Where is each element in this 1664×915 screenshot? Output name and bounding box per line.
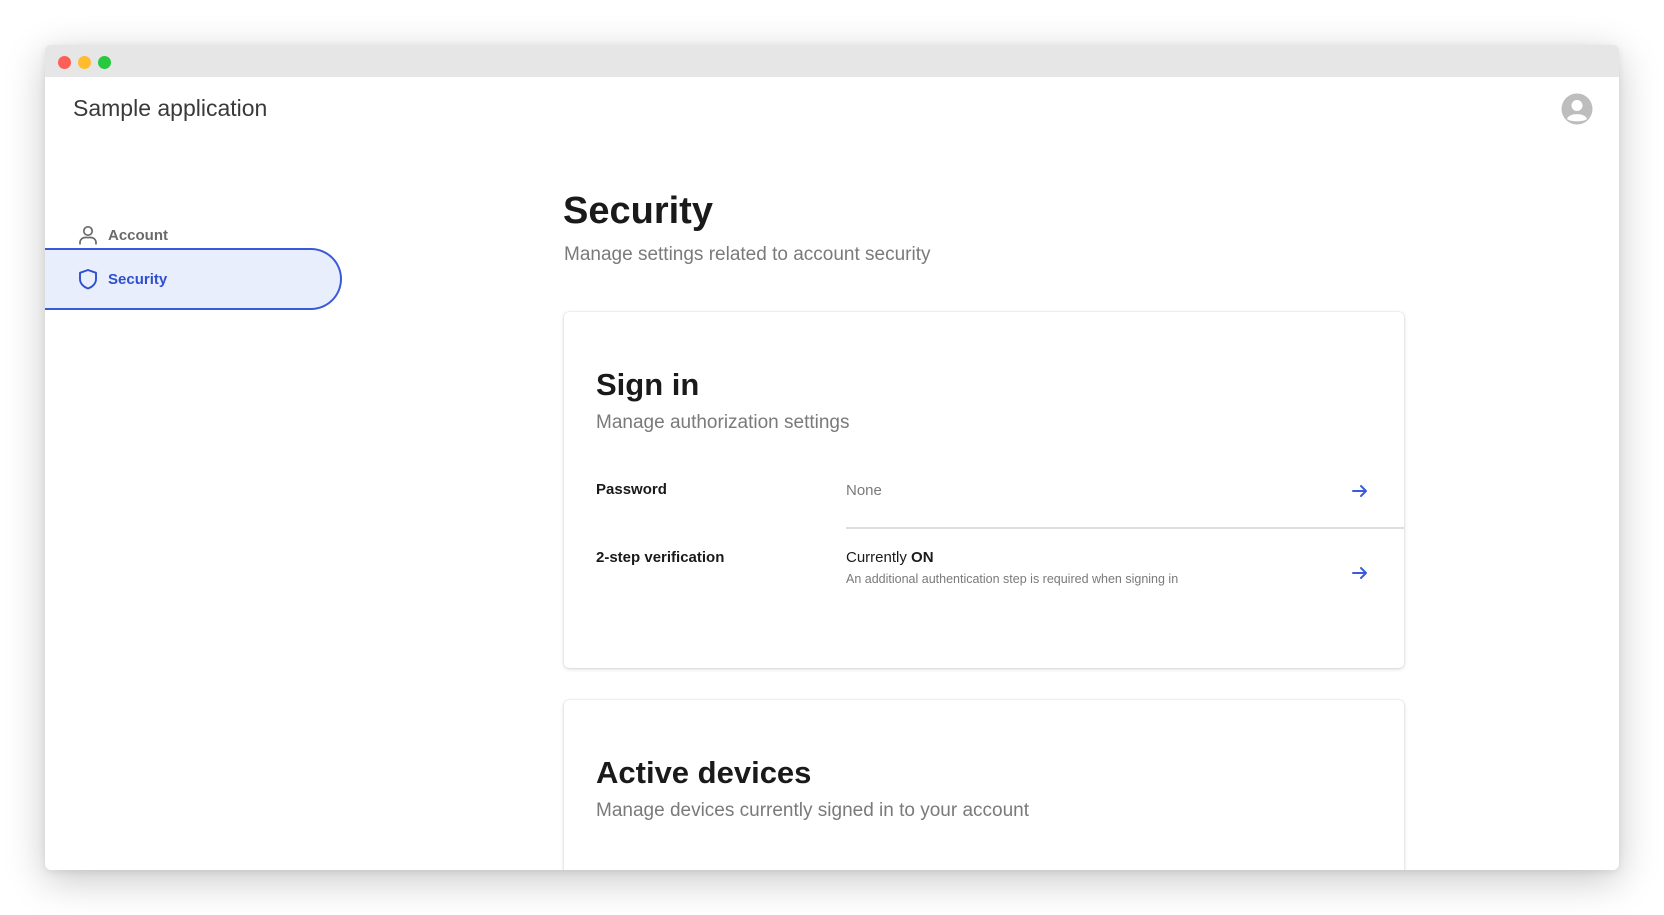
two-step-verification-description: An additional authentication step is req… [846, 572, 1179, 586]
sidebar-item-security[interactable]: Security [45, 248, 342, 310]
card-title: Sign in [596, 367, 700, 402]
user-avatar-icon[interactable] [1561, 93, 1593, 125]
status-value: ON [911, 549, 934, 566]
card-subtitle: Manage authorization settings [596, 412, 850, 433]
row-divider [846, 527, 1404, 529]
active-devices-card: Active devices Manage devices currently … [564, 700, 1404, 870]
sign-in-card: Sign in Manage authorization settings Pa… [564, 312, 1404, 668]
two-step-verification-label: 2-step verification [596, 549, 725, 566]
page-title: Security [563, 190, 713, 232]
person-icon [77, 224, 99, 246]
status-prefix: Currently [846, 549, 912, 566]
window-titlebar [45, 45, 1619, 77]
card-subtitle: Manage devices currently signed in to yo… [596, 800, 1030, 821]
two-step-verification-status: Currently ON [846, 549, 934, 566]
app-window: Sample application Account Security Secu… [45, 45, 1619, 870]
card-title: Active devices [596, 755, 812, 790]
shield-icon [77, 268, 99, 290]
password-value: None [846, 482, 882, 499]
sidebar-item-label: Security [108, 270, 168, 288]
arrow-right-icon[interactable] [1350, 481, 1370, 501]
window-maximize-button[interactable] [98, 56, 111, 69]
page-subtitle: Manage settings related to account secur… [564, 244, 931, 265]
arrow-right-icon[interactable] [1350, 563, 1370, 583]
app-title: Sample application [73, 95, 268, 121]
sidebar-item-label: Account [108, 226, 168, 244]
window-close-button[interactable] [58, 56, 71, 69]
password-label: Password [596, 481, 667, 498]
window-minimize-button[interactable] [78, 56, 91, 69]
